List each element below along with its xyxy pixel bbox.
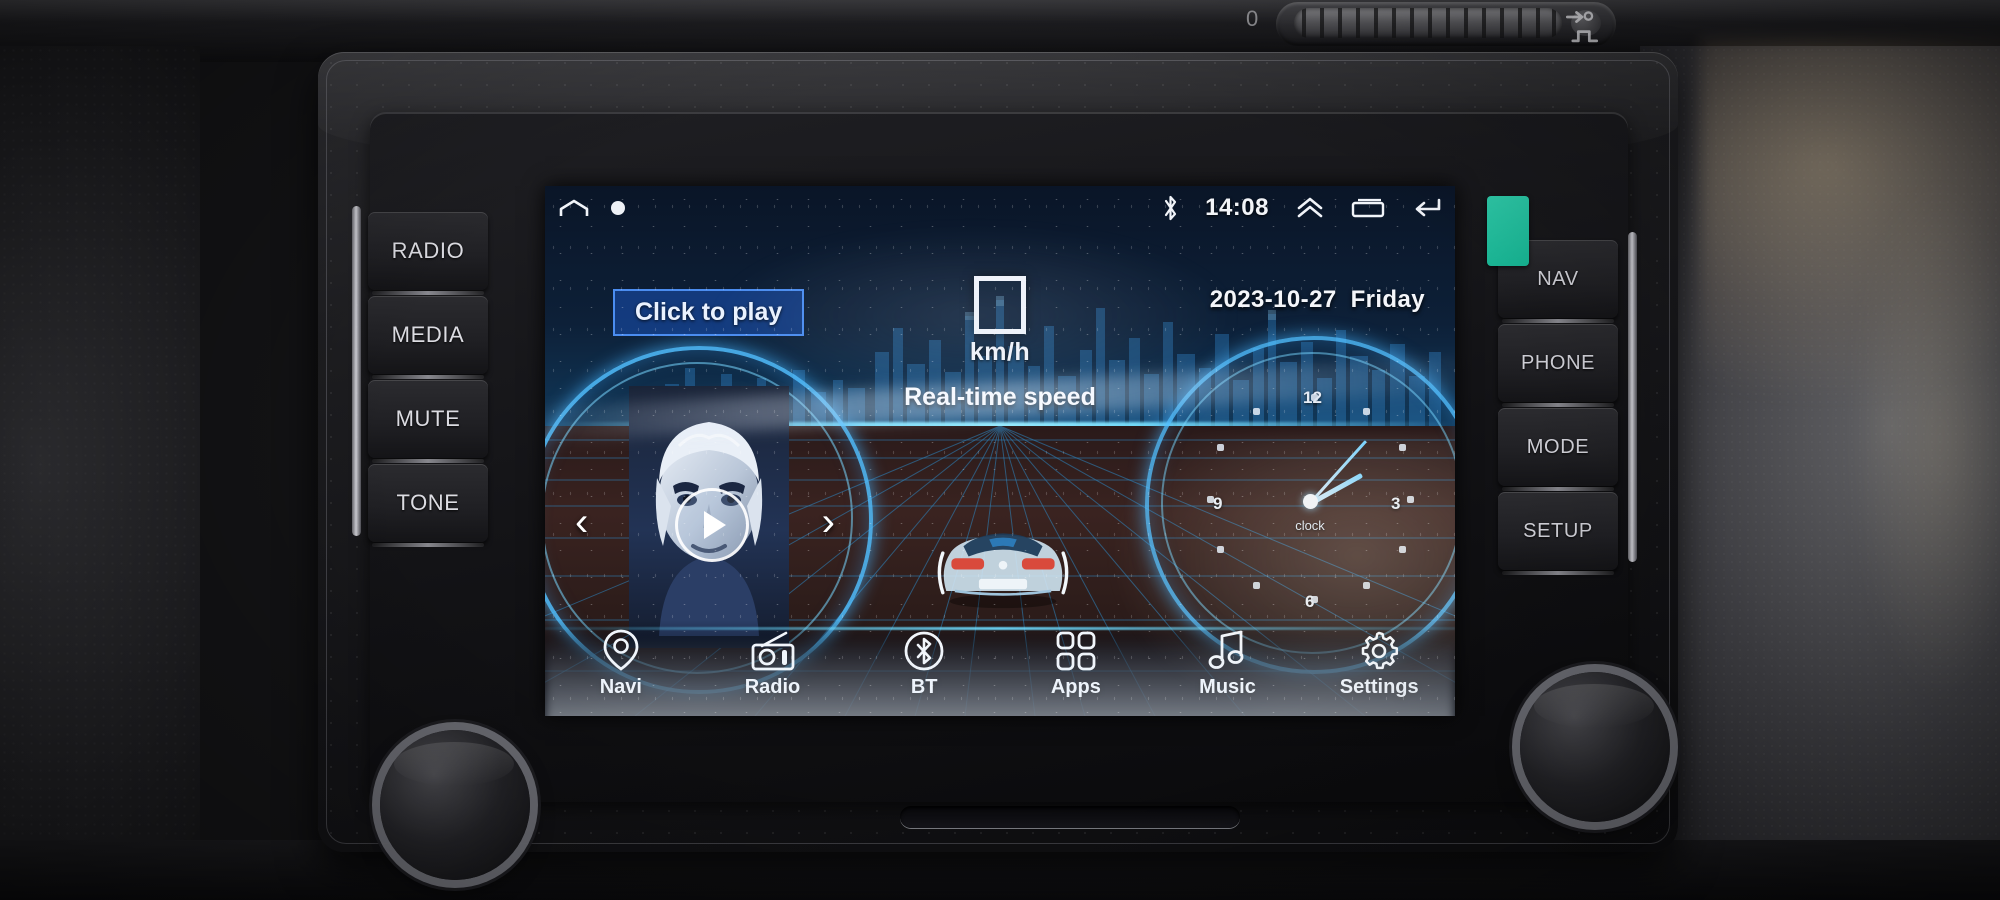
setup-button[interactable]: SETUP (1498, 492, 1618, 575)
car-graphic (937, 533, 1069, 609)
mode-button-label: MODE (1526, 435, 1590, 458)
grid-apps-icon (1055, 631, 1097, 672)
previous-track-button[interactable]: ‹ (575, 502, 588, 542)
music-note-icon (1208, 630, 1248, 672)
dock-item-apps[interactable]: Apps (1000, 631, 1152, 699)
date-value: 2023-10-27 (1209, 286, 1337, 313)
radio-button-label: RADIO (391, 238, 465, 263)
date-widget[interactable]: 2023-10-27 Friday (1210, 286, 1425, 314)
next-track-button[interactable]: › (822, 502, 835, 542)
dock-item-bt[interactable]: BT (848, 631, 1000, 699)
teal-sticker-tab (1487, 196, 1529, 266)
play-button[interactable] (675, 488, 749, 562)
dock-item-radio[interactable]: Radio (697, 631, 849, 699)
media-player-widget[interactable]: ‹ › (575, 386, 835, 648)
dock-item-settings[interactable]: Settings (1303, 631, 1455, 699)
disc-slot (900, 806, 1240, 828)
tune-knob[interactable] (1520, 672, 1670, 822)
speed-value-placeholder (974, 276, 1026, 334)
media-button[interactable]: MEDIA (368, 296, 488, 379)
nav-button-label: NAV (1537, 267, 1579, 290)
dashboard-gloss (0, 0, 2000, 22)
dock-label-navi: Navi (599, 676, 642, 698)
recents-square-icon[interactable] (1351, 197, 1385, 219)
analog-clock-widget[interactable]: 12 3 6 9 clock (1185, 376, 1435, 626)
phone-button-label: PHONE (1520, 351, 1596, 374)
gear-icon (1358, 631, 1400, 672)
recording-dot-icon[interactable] (611, 201, 625, 215)
play-triangle-icon (704, 511, 726, 539)
status-bar: 14:08 (545, 186, 1455, 230)
home-icon[interactable] (559, 198, 589, 218)
speed-unit-label: km/h (969, 338, 1031, 366)
clock-numeral-9: 9 (1213, 494, 1223, 513)
bluetooth-circle-icon (903, 631, 945, 672)
dock-item-navi[interactable]: Navi (545, 629, 697, 699)
vent-scale-mark: 0 (1246, 6, 1259, 31)
passenger-airbag-icon (1565, 11, 1599, 43)
radio-button[interactable]: RADIO (368, 212, 488, 295)
back-arrow-icon[interactable] (1411, 196, 1441, 220)
radio-icon (750, 631, 796, 672)
mute-button-label: MUTE (395, 406, 461, 431)
dock-item-music[interactable]: Music (1152, 630, 1304, 699)
app-dock: Navi Radio BT Apps Music Settings (545, 624, 1455, 716)
vent-thumbwheel[interactable] (1294, 8, 1562, 38)
trim-texture (0, 46, 200, 900)
click-to-play-button[interactable]: Click to play (613, 289, 805, 336)
tone-button[interactable]: TONE (368, 464, 488, 547)
trim-texture-right (1640, 46, 2000, 900)
dock-label-bt: BT (910, 676, 938, 698)
dashboard-left-trim (0, 46, 200, 900)
weekday-value: Friday (1350, 286, 1425, 313)
clock-minute-hand (1310, 440, 1368, 504)
clock-numeral-3: 3 (1391, 494, 1401, 513)
left-hard-button-column: RADIO MEDIA MUTE TONE (368, 212, 488, 548)
car-dashboard-scene: 0 RADIO MEDIA MUTE TONE NAV PHONE MODE S… (0, 0, 2000, 900)
dock-label-music: Music (1199, 676, 1256, 698)
mode-button[interactable]: MODE (1498, 408, 1618, 491)
tone-button-label: TONE (396, 490, 460, 515)
media-button-label: MEDIA (391, 322, 465, 347)
mute-button[interactable]: MUTE (368, 380, 488, 463)
right-button-chrome-rail (1628, 232, 1637, 562)
touchscreen-display[interactable]: 14:08 Click to play km/h Real-time speed (545, 186, 1455, 716)
dashboard-right-trim (1640, 46, 2000, 900)
dock-label-settings: Settings (1339, 676, 1419, 698)
phone-button[interactable]: PHONE (1498, 324, 1618, 407)
clock-center-hub (1303, 494, 1318, 509)
right-hard-button-column: NAV PHONE MODE SETUP (1498, 240, 1618, 576)
volume-knob[interactable] (380, 730, 530, 880)
double-chevron-up-icon[interactable] (1295, 196, 1325, 220)
clock-label: clock (1295, 518, 1325, 533)
dock-label-radio: Radio (744, 676, 801, 698)
dock-label-apps: Apps (1050, 676, 1101, 698)
setup-button-label: SETUP (1523, 519, 1593, 542)
status-bar-clock: 14:08 (1205, 194, 1269, 221)
left-button-chrome-rail (352, 206, 361, 536)
bluetooth-icon (1165, 195, 1177, 221)
location-pin-icon (602, 629, 640, 672)
